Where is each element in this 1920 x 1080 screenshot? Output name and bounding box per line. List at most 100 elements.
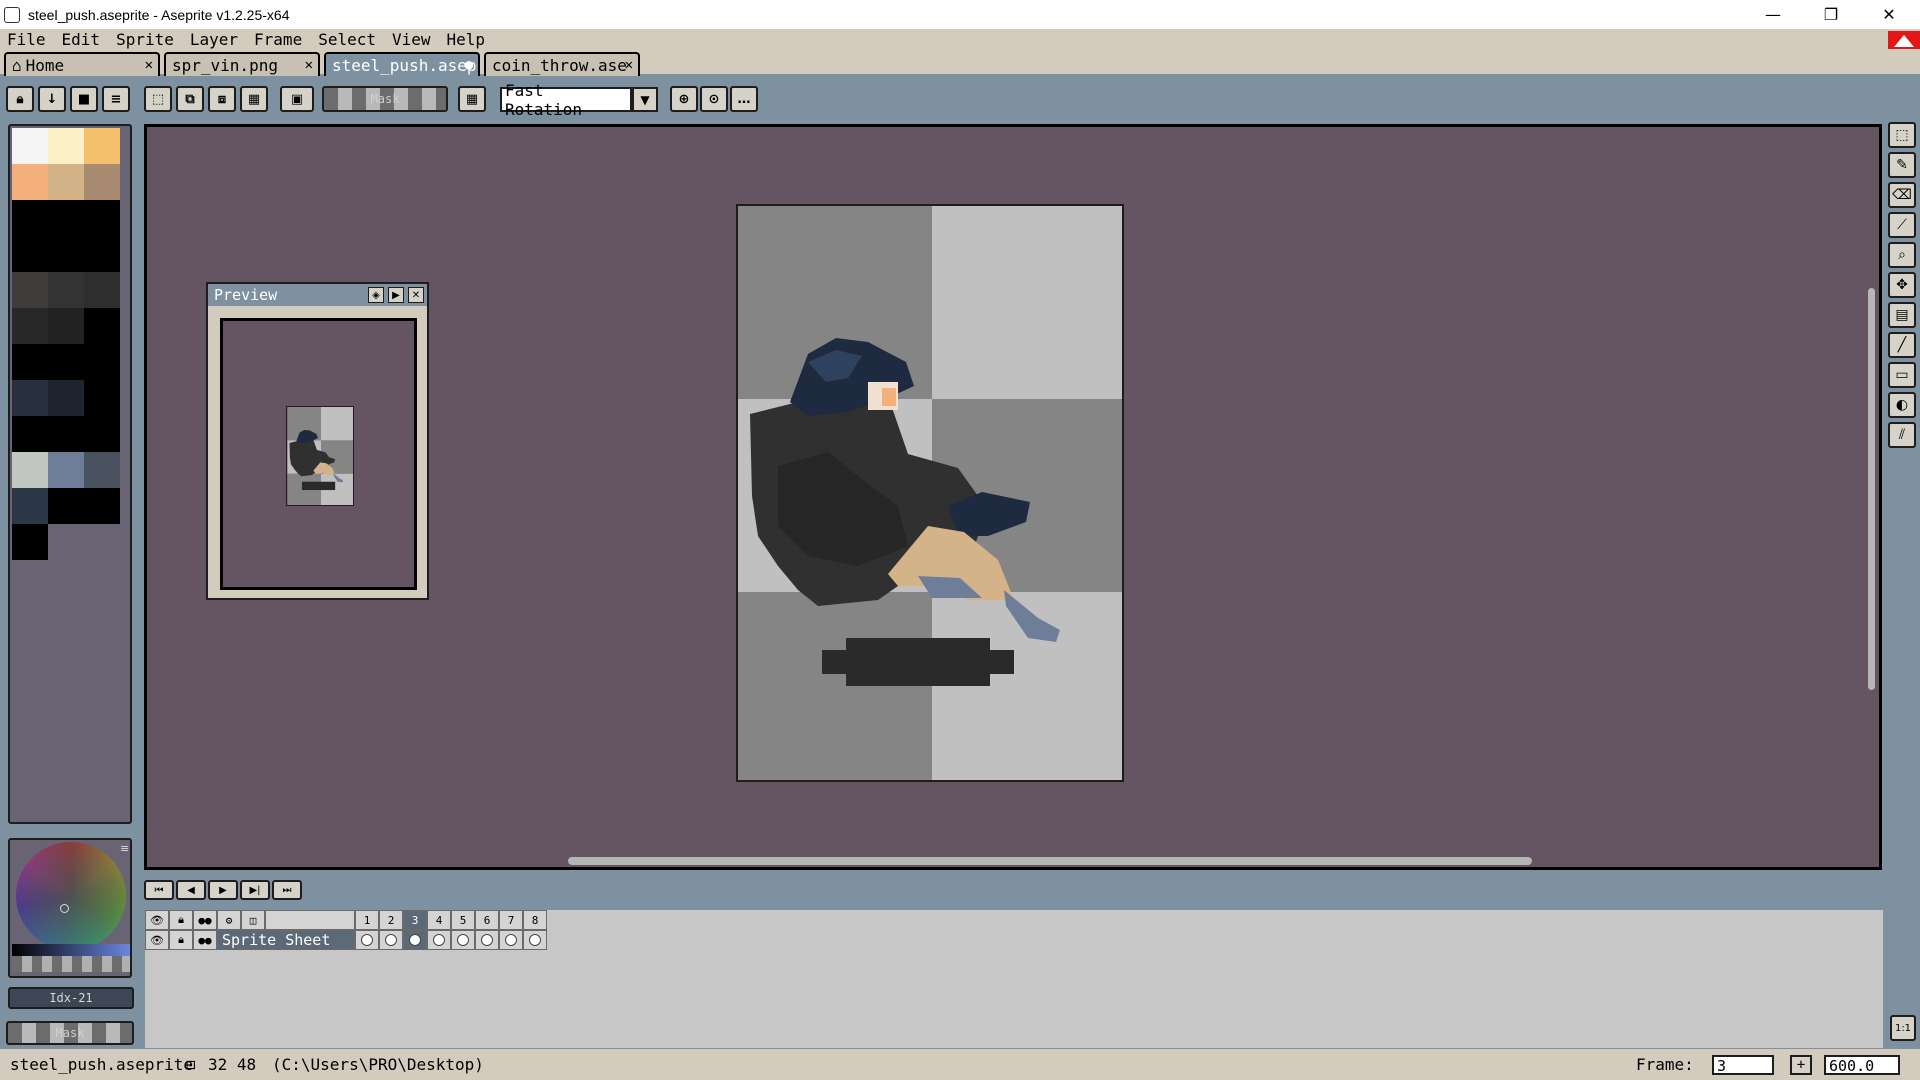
last-frame-icon[interactable]: ⏭ — [272, 880, 302, 900]
tab-home[interactable]: ⌂ Home ✕ — [4, 52, 160, 76]
lock-header-icon[interactable]: 🔒︎ — [169, 910, 193, 930]
layer-visibility-icon[interactable]: 👁︎ — [145, 930, 169, 950]
palette-swatch[interactable] — [12, 344, 48, 380]
palette-swatch[interactable] — [12, 488, 48, 524]
frame-header[interactable]: 5 — [451, 910, 475, 930]
first-frame-icon[interactable]: ⏮ — [144, 880, 174, 900]
palette-swatch[interactable] — [48, 308, 84, 344]
layer-continuous-icon[interactable]: ●● — [193, 930, 217, 950]
palette-swatch[interactable] — [48, 416, 84, 452]
pivot-visibility-icon[interactable]: ⊙ — [700, 86, 728, 112]
blur-icon[interactable]: ⫽ — [1888, 422, 1916, 448]
palette-swatch[interactable] — [12, 200, 48, 236]
selection-replace-icon[interactable]: ⬚ — [144, 86, 172, 112]
palette-preset-icon[interactable]: ■ — [70, 86, 98, 112]
frame-cel[interactable] — [475, 930, 499, 950]
palette-swatch[interactable] — [48, 380, 84, 416]
palette-swatch[interactable] — [12, 272, 48, 308]
menu-file[interactable]: File — [7, 30, 46, 49]
paint-bucket-icon[interactable]: ▤ — [1888, 302, 1916, 328]
shade-slider[interactable] — [12, 944, 130, 956]
tab-modified-icon[interactable]: ● — [465, 57, 473, 73]
add-frame-icon[interactable]: + — [1790, 1055, 1812, 1075]
tab-close-icon[interactable]: ✕ — [625, 57, 633, 73]
close-button[interactable]: ✕ — [1860, 0, 1918, 29]
menu-sprite[interactable]: Sprite — [116, 30, 174, 49]
frame-header[interactable]: 3 — [403, 910, 427, 930]
frame-cel[interactable] — [523, 930, 547, 950]
wheel-options-icon[interactable]: ≡ — [120, 842, 129, 855]
frame-header[interactable]: 7 — [499, 910, 523, 930]
lock-palette-icon[interactable]: 🔒︎ — [6, 86, 34, 112]
frame-cel[interactable] — [379, 930, 403, 950]
pixel-grid-icon[interactable]: ▦ — [458, 86, 486, 112]
palette-swatch[interactable] — [84, 164, 120, 200]
palette-swatch[interactable] — [12, 380, 48, 416]
palette-swatch[interactable] — [12, 128, 48, 164]
tab-close-icon[interactable]: ✕ — [305, 57, 313, 73]
continuous-header-icon[interactable]: ●● — [193, 910, 217, 930]
layer-name-sprite-sheet[interactable]: Sprite Sheet — [217, 930, 355, 950]
sort-palette-icon[interactable]: ↓ — [38, 86, 66, 112]
frame-number-input[interactable]: 3 — [1712, 1055, 1774, 1075]
palette-swatch[interactable] — [84, 416, 120, 452]
tab-coin-throw[interactable]: coin_throw.ase ✕ — [484, 52, 640, 76]
frame-cel[interactable] — [355, 930, 379, 950]
eraser-icon[interactable]: ⌫ — [1888, 182, 1916, 208]
frame-cel[interactable] — [427, 930, 451, 950]
color-wheel[interactable] — [16, 842, 126, 950]
menu-layer[interactable]: Layer — [190, 30, 238, 49]
chevron-down-icon[interactable]: ▼ — [632, 87, 658, 112]
palette-swatch[interactable] — [84, 344, 120, 380]
tab-close-icon[interactable]: ✕ — [145, 57, 153, 73]
frame-cel[interactable] — [451, 930, 475, 950]
alpha-slider[interactable] — [12, 956, 130, 972]
layer-lock-icon[interactable]: 🔒︎ — [169, 930, 193, 950]
line-icon[interactable]: ╱ — [1888, 332, 1916, 358]
frame-header[interactable]: 2 — [379, 910, 403, 930]
zoom-icon[interactable]: ⌕ — [1888, 242, 1916, 268]
palette-options-icon[interactable]: ≡ — [102, 86, 130, 112]
palette-swatch[interactable] — [48, 452, 84, 488]
layer-options-icon[interactable]: ⚙ — [217, 910, 241, 930]
palette-swatch[interactable] — [84, 128, 120, 164]
visibility-header-icon[interactable]: 👁︎ — [145, 910, 169, 930]
move-icon[interactable]: ✥ — [1888, 272, 1916, 298]
palette-swatch[interactable] — [84, 272, 120, 308]
pivot-icon[interactable]: ⊕ — [670, 86, 698, 112]
palette-swatch[interactable] — [12, 452, 48, 488]
selection-intersect-icon[interactable]: ▦ — [240, 86, 268, 112]
palette-swatch[interactable] — [48, 128, 84, 164]
menu-edit[interactable]: Edit — [62, 30, 101, 49]
palette-swatch[interactable] — [48, 236, 84, 272]
timeline[interactable]: 👁︎ 🔒︎ ●● ⚙ ◫ 👁︎ 🔒︎ ●● Sprite Sheet 12345… — [144, 909, 1884, 1049]
palette-swatch[interactable] — [84, 308, 120, 344]
mask-color-button[interactable]: Mask — [322, 86, 448, 112]
menu-frame[interactable]: Frame — [254, 30, 302, 49]
rectangular-marquee-icon[interactable]: ⬚ — [1888, 122, 1916, 148]
onion-skin-icon[interactable]: ◫ — [241, 910, 265, 930]
palette-swatch[interactable] — [12, 416, 48, 452]
frame-header[interactable]: 1 — [355, 910, 379, 930]
next-frame-icon[interactable]: ▶| — [240, 880, 270, 900]
palette-swatch[interactable] — [48, 200, 84, 236]
minimize-button[interactable]: — — [1744, 0, 1802, 29]
menu-select[interactable]: Select — [318, 30, 376, 49]
tab-spr-vin[interactable]: spr_vin.png ✕ — [164, 52, 320, 76]
frame-cel[interactable] — [403, 930, 427, 950]
frame-header[interactable]: 8 — [523, 910, 547, 930]
palette-swatch[interactable] — [12, 524, 48, 560]
pencil-icon[interactable]: ✎ — [1888, 152, 1916, 178]
frame-cel[interactable] — [499, 930, 523, 950]
color-wheel-marker[interactable] — [60, 904, 69, 913]
vertical-scrollbar[interactable] — [1868, 288, 1875, 690]
previous-frame-icon[interactable]: ◀ — [176, 880, 206, 900]
more-options-icon[interactable]: … — [730, 86, 758, 112]
palette-swatch[interactable] — [12, 236, 48, 272]
background-color-button[interactable]: Mask — [6, 1021, 134, 1045]
zoom-level-input[interactable]: 600.0 — [1824, 1055, 1900, 1075]
contour-icon[interactable]: ◐ — [1888, 392, 1916, 418]
palette-swatch[interactable] — [84, 488, 120, 524]
restore-button[interactable]: ❐ — [1802, 0, 1860, 29]
palette-swatch[interactable] — [12, 308, 48, 344]
